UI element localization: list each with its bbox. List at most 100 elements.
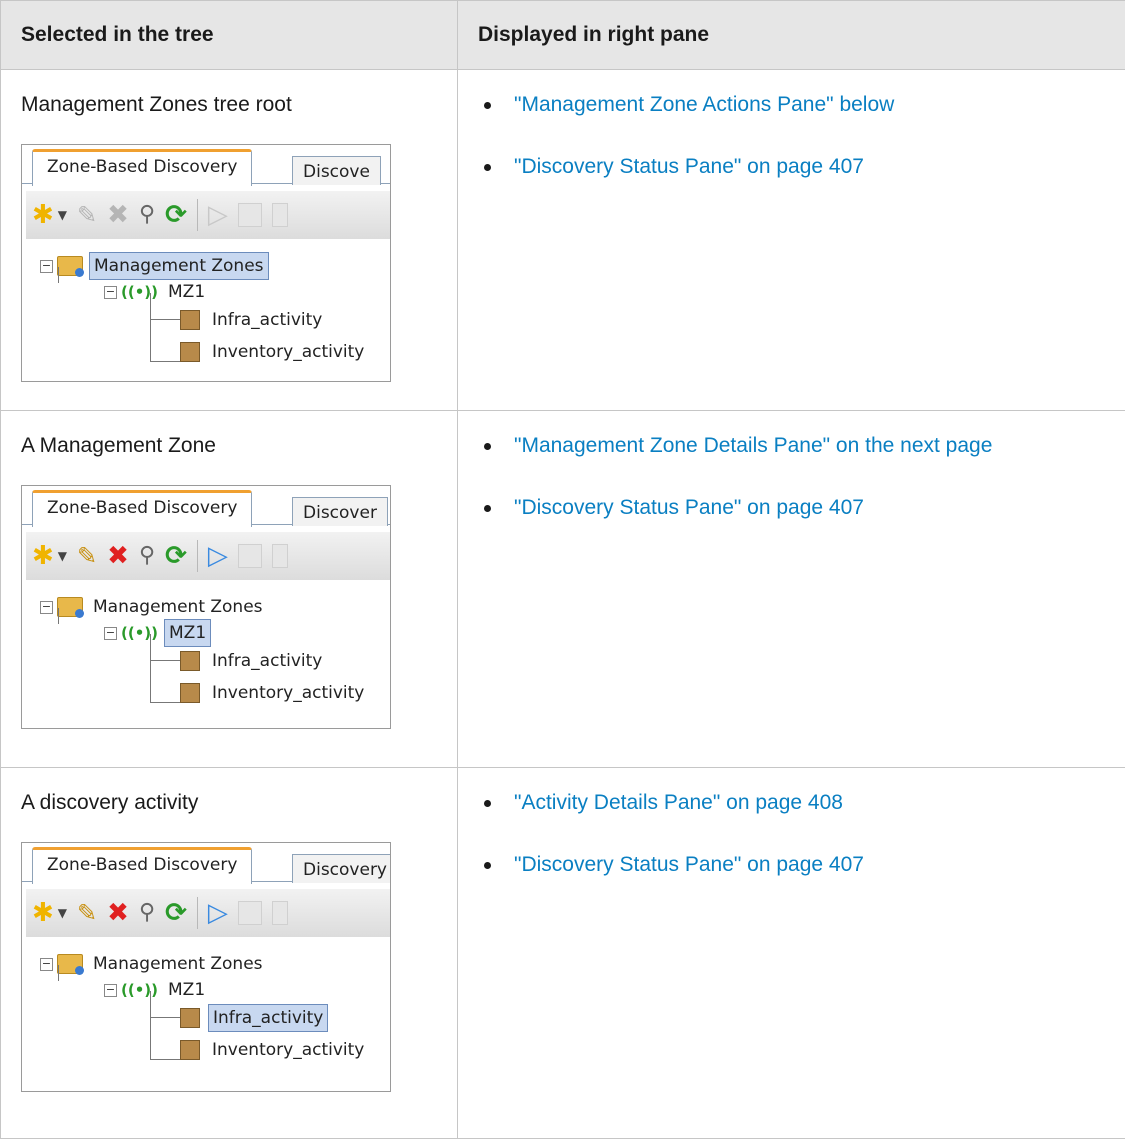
tree-label[interactable]: Management Zones <box>89 594 267 620</box>
folder-icon <box>57 256 83 276</box>
tree-label[interactable]: Inventory_activity <box>208 680 368 706</box>
tree-node-zone[interactable]: − ((•)) MZ1 <box>104 279 209 305</box>
stop-icon[interactable] <box>238 544 262 568</box>
right-pane-cell: "Management Zone Details Pane" on the ne… <box>458 411 1125 768</box>
bullet-icon <box>484 164 491 171</box>
link-discovery-status-pane[interactable]: "Discovery Status Pane" on page 407 <box>514 853 864 876</box>
package-icon <box>180 342 200 362</box>
tree-node-root[interactable]: − Management Zones <box>40 951 267 977</box>
tree-label[interactable]: Inventory_activity <box>208 339 368 365</box>
magnifier-icon[interactable]: ⚲ <box>139 200 155 230</box>
table-row: A Management Zone Zone-Based Discovery D… <box>1 411 1125 768</box>
tree-label[interactable]: MZ1 <box>164 619 211 647</box>
tab-discovery[interactable]: Discover <box>292 497 388 526</box>
pencil-icon[interactable]: ✎ <box>77 898 97 928</box>
link-list: "Management Zone Actions Pane" below "Di… <box>478 92 1125 180</box>
tree-node-root[interactable]: − Management Zones <box>40 594 267 620</box>
tab-bar: Zone-Based Discovery Discover <box>22 486 390 525</box>
row-title: A Management Zone <box>21 433 457 459</box>
tree-connector <box>150 702 180 703</box>
asterisk-icon[interactable]: ✱ <box>32 200 54 230</box>
row-title: A discovery activity <box>21 790 457 816</box>
tree-node-zone[interactable]: − ((•)) MZ1 <box>104 977 209 1003</box>
tab-discovery[interactable]: Discovery <box>292 854 391 883</box>
play-icon[interactable]: ▷ <box>208 541 228 571</box>
radio-signal-icon: ((•)) <box>121 620 158 646</box>
pause-icon[interactable] <box>272 901 288 925</box>
tab-zone-based-discovery[interactable]: Zone-Based Discovery <box>32 490 252 527</box>
collapse-icon[interactable]: − <box>40 601 53 614</box>
tree-label[interactable]: Management Zones <box>89 951 267 977</box>
collapse-icon[interactable]: − <box>104 286 117 299</box>
tab-zone-based-discovery[interactable]: Zone-Based Discovery <box>32 847 252 884</box>
bullet-icon <box>484 800 491 807</box>
tree-node-activity[interactable]: Infra_activity <box>180 1005 328 1031</box>
x-icon[interactable]: ✖ <box>107 541 129 571</box>
link-discovery-status-pane[interactable]: "Discovery Status Pane" on page 407 <box>514 155 864 178</box>
tab-zone-based-discovery[interactable]: Zone-Based Discovery <box>32 149 252 186</box>
refresh-icon[interactable]: ⟳ <box>165 200 187 230</box>
link-discovery-status-pane[interactable]: "Discovery Status Pane" on page 407 <box>514 496 864 519</box>
play-icon[interactable]: ▷ <box>208 898 228 928</box>
tree-connector <box>150 319 180 320</box>
magnifier-icon[interactable]: ⚲ <box>139 898 155 928</box>
radio-signal-icon: ((•)) <box>121 977 158 1003</box>
tree-node-activity[interactable]: Inventory_activity <box>180 1037 368 1063</box>
refresh-icon[interactable]: ⟳ <box>165 541 187 571</box>
chevron-down-icon[interactable]: ▼ <box>58 200 67 230</box>
tree-connector <box>58 965 59 981</box>
stop-icon[interactable] <box>238 901 262 925</box>
pencil-icon[interactable]: ✎ <box>77 200 97 230</box>
collapse-icon[interactable]: − <box>40 958 53 971</box>
pencil-icon[interactable]: ✎ <box>77 541 97 571</box>
pause-icon[interactable] <box>272 203 288 227</box>
link-list: "Activity Details Pane" on page 408 "Dis… <box>478 790 1125 878</box>
tree-label[interactable]: Infra_activity <box>208 307 326 333</box>
x-icon[interactable]: ✖ <box>107 898 129 928</box>
right-pane-cell: "Activity Details Pane" on page 408 "Dis… <box>458 768 1125 1139</box>
row-title: Management Zones tree root <box>21 92 457 118</box>
chevron-down-icon[interactable]: ▼ <box>58 541 67 571</box>
selection-cell: A discovery activity Zone-Based Discover… <box>1 768 458 1139</box>
package-icon <box>180 1008 200 1028</box>
tree-label[interactable]: Infra_activity <box>208 1004 328 1032</box>
pause-icon[interactable] <box>272 544 288 568</box>
tree-node-activity[interactable]: Infra_activity <box>180 648 326 674</box>
stop-icon[interactable] <box>238 203 262 227</box>
tree-node-activity[interactable]: Inventory_activity <box>180 680 368 706</box>
package-icon <box>180 683 200 703</box>
refresh-icon[interactable]: ⟳ <box>165 898 187 928</box>
chevron-down-icon[interactable]: ▼ <box>58 898 67 928</box>
tree-label[interactable]: MZ1 <box>164 977 209 1003</box>
package-icon <box>180 310 200 330</box>
tree-node-activity[interactable]: Inventory_activity <box>180 339 368 365</box>
asterisk-icon[interactable]: ✱ <box>32 898 54 928</box>
tree-label[interactable]: Inventory_activity <box>208 1037 368 1063</box>
tree-node-activity[interactable]: Infra_activity <box>180 307 326 333</box>
tree-label[interactable]: MZ1 <box>164 279 209 305</box>
tree-label[interactable]: Management Zones <box>89 252 269 280</box>
link-management-zone-actions-pane[interactable]: "Management Zone Actions Pane" below <box>514 93 894 116</box>
tree-connector <box>150 293 151 361</box>
tree-label[interactable]: Infra_activity <box>208 648 326 674</box>
folder-icon <box>57 597 83 617</box>
tree-connector <box>150 1059 180 1060</box>
magnifier-icon[interactable]: ⚲ <box>139 541 155 571</box>
list-item: "Discovery Status Pane" on page 407 <box>484 495 1125 521</box>
tab-discovery[interactable]: Discove <box>292 156 381 185</box>
package-icon <box>180 651 200 671</box>
link-activity-details-pane[interactable]: "Activity Details Pane" on page 408 <box>514 791 843 814</box>
tree-node-zone[interactable]: − ((•)) MZ1 <box>104 620 211 646</box>
x-icon[interactable]: ✖ <box>107 200 129 230</box>
link-management-zone-details-pane[interactable]: "Management Zone Details Pane" on the ne… <box>514 434 992 457</box>
table-row: A discovery activity Zone-Based Discover… <box>1 768 1125 1139</box>
collapse-icon[interactable]: − <box>104 984 117 997</box>
collapse-icon[interactable]: − <box>40 260 53 273</box>
play-icon[interactable]: ▷ <box>208 200 228 230</box>
collapse-icon[interactable]: − <box>104 627 117 640</box>
asterisk-icon[interactable]: ✱ <box>32 541 54 571</box>
selection-table: Selected in the tree Displayed in right … <box>0 0 1125 1139</box>
link-list: "Management Zone Details Pane" on the ne… <box>478 433 1125 521</box>
tree-node-root[interactable]: − Management Zones <box>40 253 269 279</box>
toolbar-separator <box>197 897 198 929</box>
